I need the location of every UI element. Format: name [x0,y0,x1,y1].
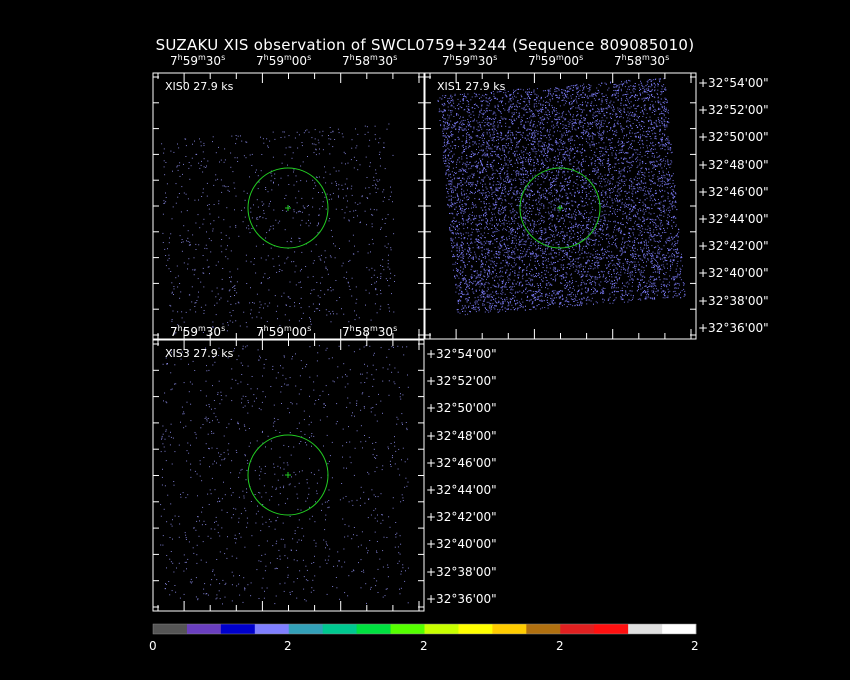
colorbar-swatch [153,624,188,634]
dec-tick-label: +32°42'00" [426,510,497,525]
dec-tick-label: +32°36'00" [698,320,769,335]
event-scatter [160,78,686,605]
panel-xis0 [152,72,425,340]
colorbar-tick-label: 2 [284,639,292,653]
dec-tick-label: +32°38'00" [426,564,497,579]
colorbar-swatch [526,624,561,634]
panel-label: XIS3 27.9 ks [165,347,234,360]
ra-tick-label: 7h59m30s [170,53,226,68]
ra-tick-label: 7h59m30s [442,53,498,68]
dec-tick-label: +32°50'00" [698,130,769,145]
dec-tick-label: +32°54'00" [698,76,769,90]
colorbar-swatch [560,624,595,634]
colorbar-swatch [662,624,697,634]
dec-tick-label: +32°40'00" [698,266,769,281]
dec-tick-label: +32°44'00" [698,212,769,226]
ra-tick-label: 7h59m00s [528,53,584,68]
dec-tick-label: +32°38'00" [698,293,769,308]
panel-xis3 [152,339,425,612]
ra-tick-label: 7h59m30s [170,324,226,339]
dec-tick-label: +32°46'00" [426,455,497,470]
colorbar-swatch [322,624,357,634]
dec-tick-label: +32°50'00" [426,401,497,416]
dec-tick-label: +32°40'00" [426,537,497,552]
dec-tick-label: +32°54'00" [426,347,497,361]
dec-tick-label: +32°48'00" [698,157,769,172]
xis-image-plot [152,72,697,635]
colorbar-swatch [186,624,222,634]
ra-tick-label: 7h59m00s [256,53,312,68]
ra-tick-label: 7h58m30s [342,53,398,68]
dec-tick-label: +32°48'00" [426,428,497,443]
colorbar-swatch [492,624,527,634]
dec-tick-label: +32°52'00" [426,374,497,389]
colorbar-tick-label: 0 [149,639,157,653]
ra-tick-label: 7h58m30s [342,324,398,339]
colorbar-swatch [594,624,629,634]
panel-label: XIS1 27.9 ks [437,80,506,93]
colorbar-swatch [254,624,290,634]
colorbar-swatch [458,624,493,634]
colorbar-swatch [288,624,323,634]
colorbar-swatch [628,624,663,634]
colorbar-tick-label: 2 [556,639,564,653]
dec-tick-label: +32°46'00" [698,184,769,199]
colorbar-swatch [220,624,256,634]
colorbar-swatch [356,624,391,634]
dec-tick-label: +32°52'00" [698,103,769,118]
colorbar-tick-label: 2 [691,639,699,653]
dec-tick-label: +32°42'00" [698,239,769,254]
colorbar-swatch [390,624,425,634]
colorbar-tick-label: 2 [420,639,428,653]
colorbar [152,623,697,635]
colorbar-swatch [424,624,459,634]
dec-tick-label: +32°36'00" [426,591,497,606]
ra-tick-label: 7h58m30s [614,53,670,68]
dec-tick-label: +32°44'00" [426,483,497,497]
ra-tick-label: 7h59m00s [256,324,312,339]
panel-label: XIS0 27.9 ks [165,80,234,93]
